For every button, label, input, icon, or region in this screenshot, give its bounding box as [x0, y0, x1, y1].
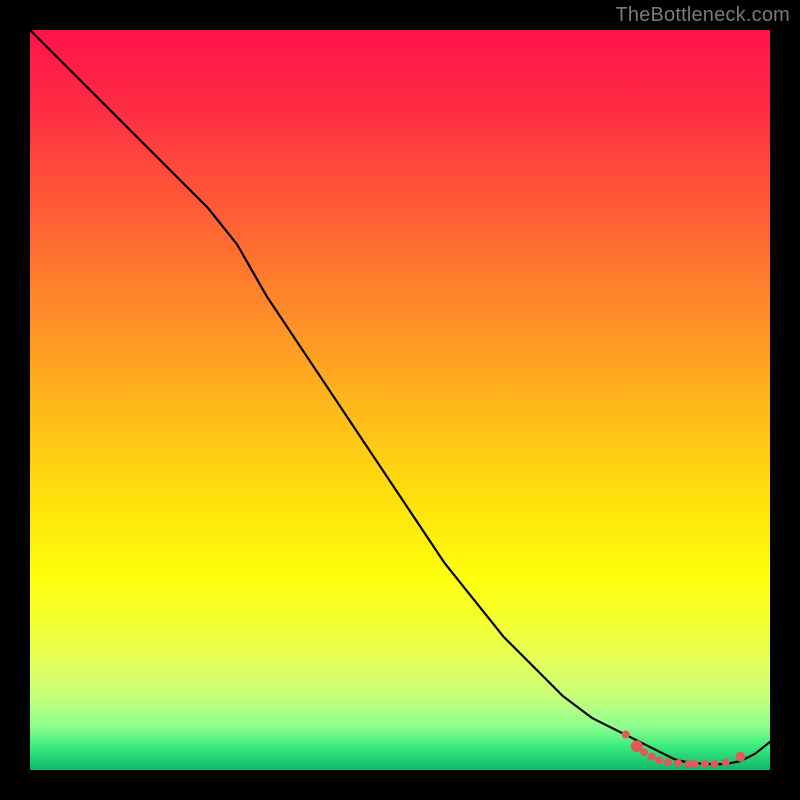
chart-plot-area: [30, 30, 770, 770]
chart-marker: [735, 752, 745, 762]
chart-marker: [674, 759, 682, 767]
chart-marker: [648, 753, 656, 761]
chart-marker: [655, 756, 663, 764]
chart-curve: [30, 30, 770, 764]
chart-marker: [691, 760, 699, 768]
chart-frame: TheBottleneck.com: [0, 0, 800, 800]
chart-marker: [640, 748, 648, 756]
chart-marker: [711, 760, 719, 768]
chart-marker: [701, 760, 709, 768]
watermark-label: TheBottleneck.com: [615, 4, 790, 27]
chart-marker: [622, 731, 630, 739]
chart-overlay: [30, 30, 770, 770]
chart-marker: [722, 759, 730, 767]
chart-marker: [664, 759, 672, 767]
